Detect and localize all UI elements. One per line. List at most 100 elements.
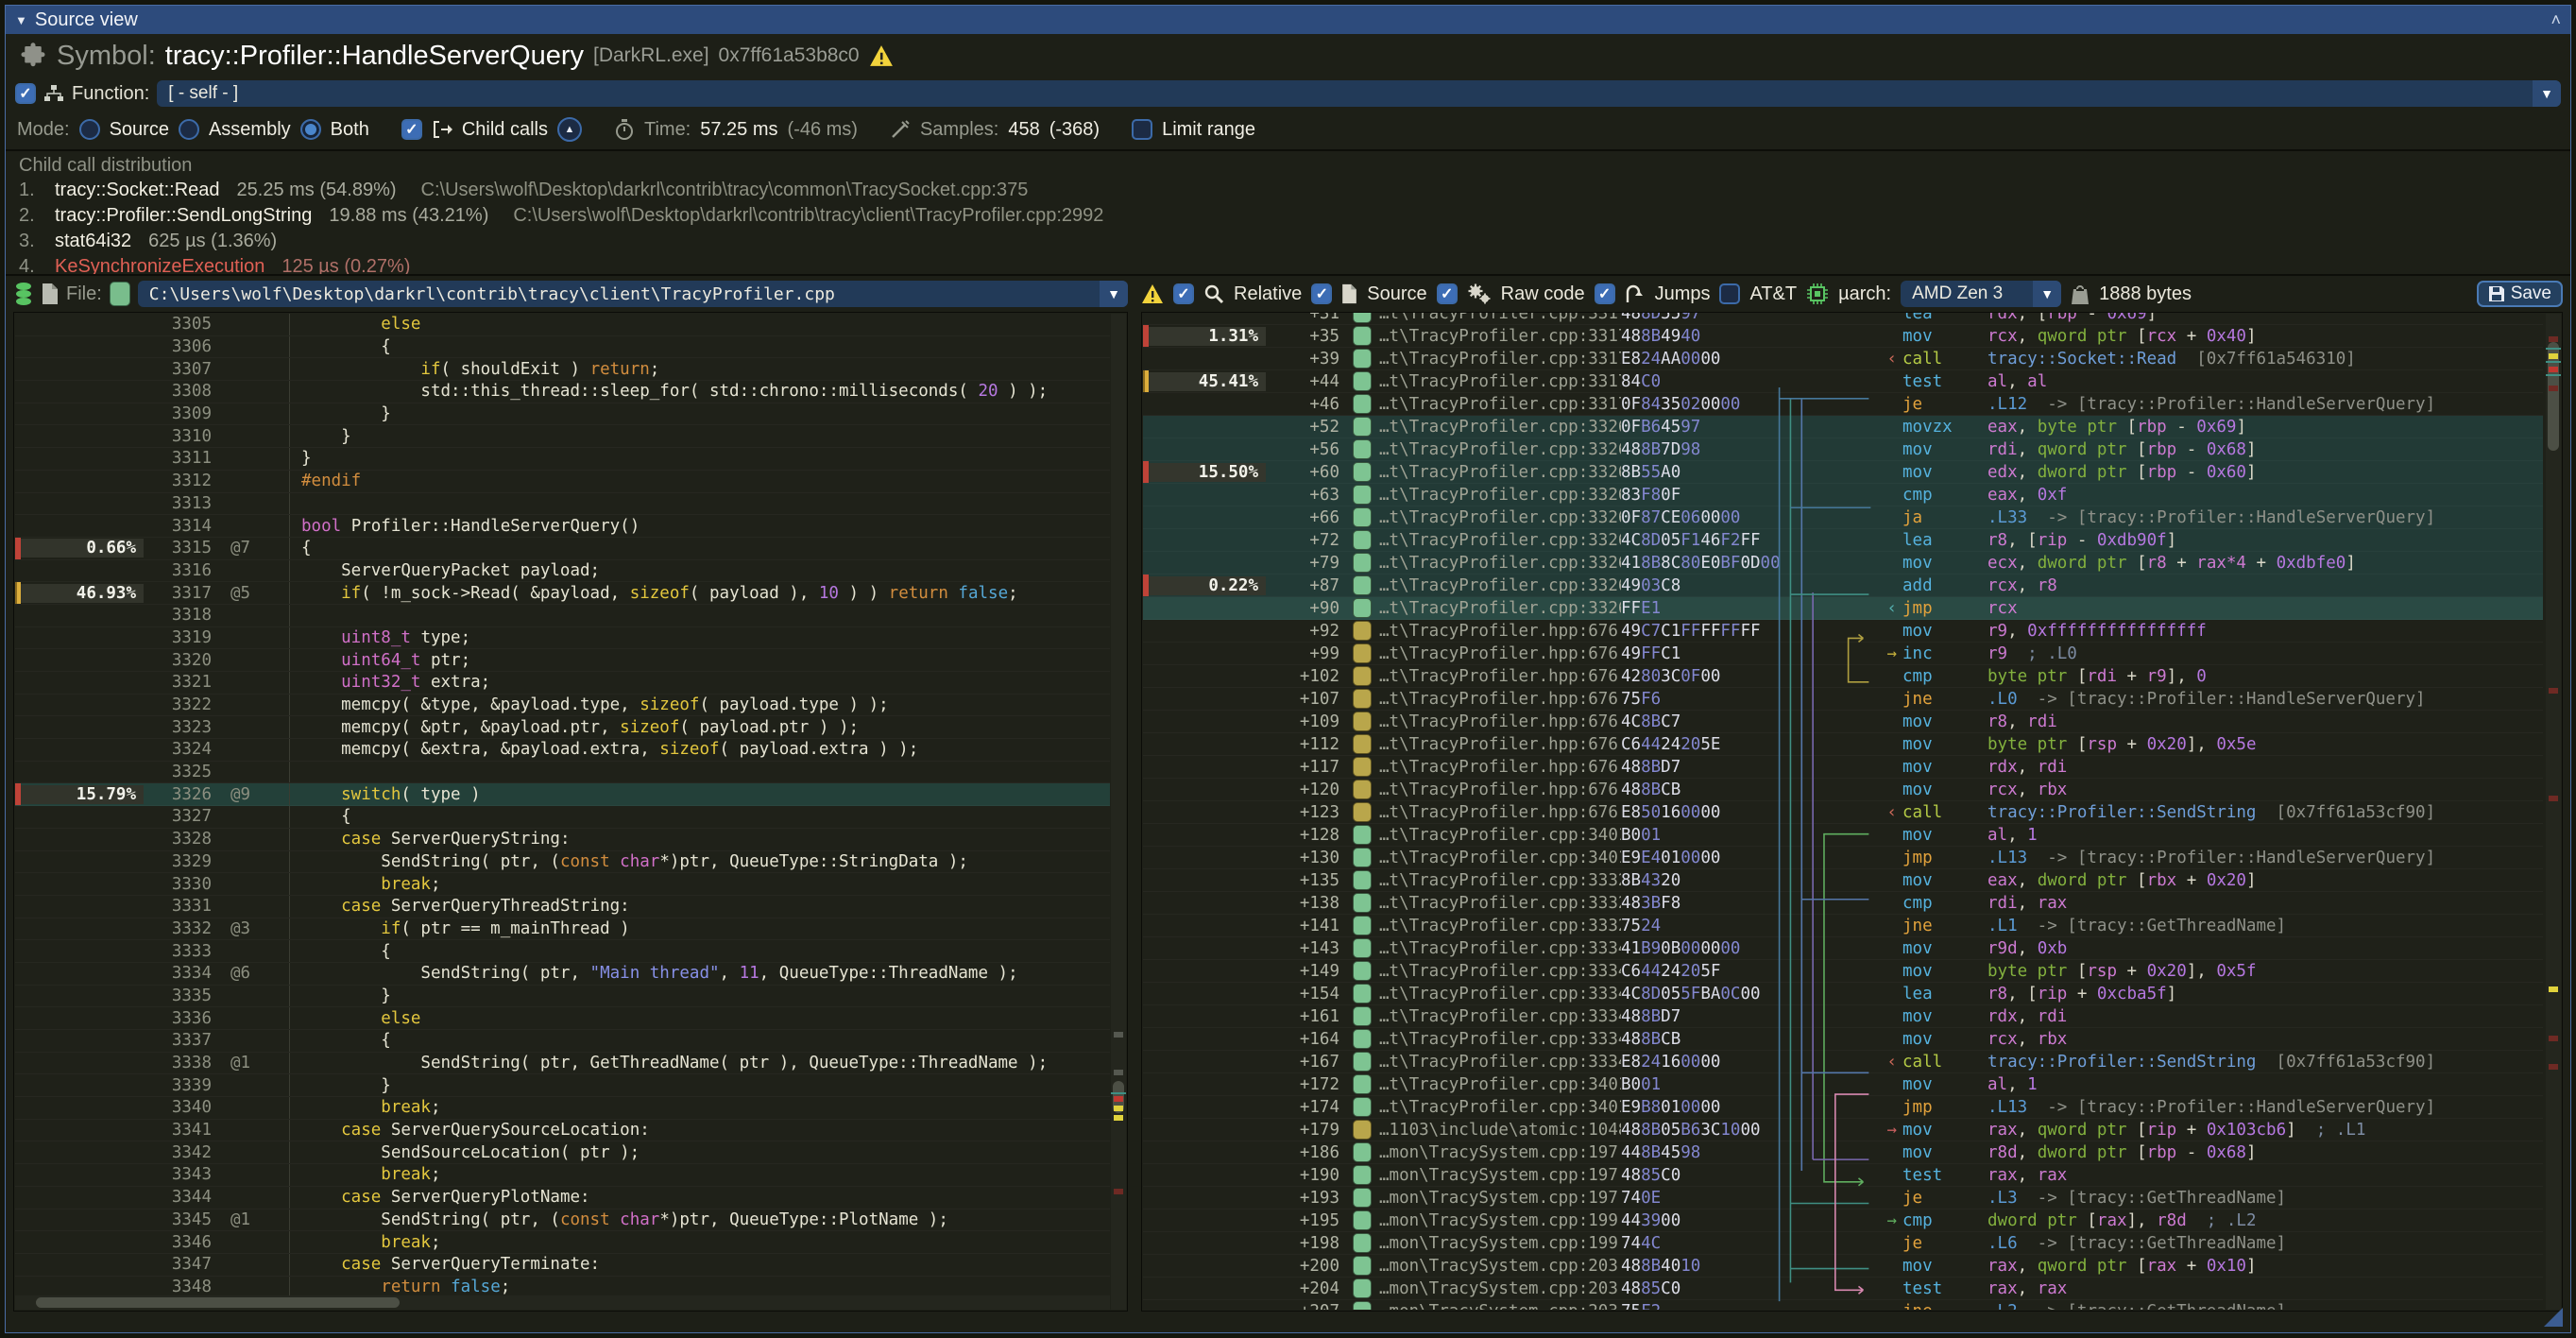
source-line[interactable]: 3337 { [15, 1030, 1110, 1053]
source-line[interactable]: 3335 } [15, 986, 1110, 1008]
instruction-offset[interactable]: +128 [1266, 826, 1339, 845]
mnemonic[interactable]: cmp [1902, 1211, 1987, 1230]
assembly-row[interactable]: +195 …mon\TracySystem.cpp:199 443900 → c… [1143, 1209, 2543, 1232]
source-location[interactable]: …t\TracyProfiler.hpp:676 [1379, 622, 1621, 641]
source-code[interactable]: SendString( ptr, (const char*)ptr, Queue… [301, 1210, 1110, 1229]
source-line[interactable]: 3307 if( shouldExit ) return; [15, 358, 1110, 381]
operands[interactable]: rdx, rdi [1987, 758, 2543, 777]
source-location[interactable]: …t\TracyProfiler.cpp:3334 [1379, 1053, 1621, 1072]
operands[interactable]: rdi, rax [1987, 894, 2543, 913]
operands[interactable]: rax, rax [1987, 1166, 2543, 1185]
mnemonic[interactable]: cmp [1902, 667, 1987, 686]
function-combo[interactable]: [ - self - ] ▼ [157, 80, 2561, 107]
operands[interactable]: r8, [rip - 0xdb90f] [1987, 531, 2543, 550]
chevron-down-icon[interactable]: ▼ [1100, 281, 1128, 307]
source-location[interactable]: …t\TracyProfiler.cpp:3326 [1379, 418, 1621, 437]
line-number[interactable]: 3329 [144, 852, 212, 871]
source-location[interactable]: …t\TracyProfiler.cpp:3401 [1379, 826, 1621, 845]
march-combo[interactable]: AMD Zen 3 ▼ [1901, 281, 2061, 307]
instruction-offset[interactable]: +179 [1266, 1121, 1339, 1140]
mnemonic[interactable]: mov [1902, 712, 1987, 731]
operands[interactable]: r8, [rip + 0xcba5f] [1987, 985, 2543, 1004]
child-call-name[interactable]: tracy::Profiler::SendLongString [55, 205, 312, 227]
source-line[interactable]: 3306 { [15, 336, 1110, 359]
line-number[interactable]: 3312 [144, 472, 212, 490]
operands[interactable]: rax, qword ptr [rax + 0x10] [1987, 1257, 2543, 1276]
source-location[interactable]: …mon\TracySystem.cpp:199 [1379, 1211, 1621, 1230]
source-location[interactable]: …t\TracyProfiler.hpp:676 [1379, 735, 1621, 754]
line-number[interactable]: 3334 [144, 964, 212, 983]
line-number[interactable]: 3317 [144, 584, 212, 603]
operands[interactable]: eax, dword ptr [rbx + 0x20] [1987, 871, 2543, 890]
save-button[interactable]: Save [2477, 281, 2563, 307]
mnemonic[interactable]: add [1902, 576, 1987, 595]
mnemonic[interactable]: call [1902, 803, 1987, 822]
source-code[interactable]: switch( type ) [301, 785, 1110, 804]
mnemonic[interactable]: mov [1902, 1007, 1987, 1026]
instruction-offset[interactable]: +204 [1266, 1279, 1339, 1298]
source-line[interactable]: 3332 @3 if( ptr == m_mainThread ) [15, 918, 1110, 941]
relative-checkbox[interactable]: ✓ [1173, 283, 1194, 304]
source-code[interactable]: if( ptr == m_mainThread ) [301, 919, 1110, 938]
instruction-offset[interactable]: +99 [1266, 644, 1339, 663]
source-line[interactable]: 3334 @6 SendString( ptr, "Main thread", … [15, 963, 1110, 986]
title-bar[interactable]: ▼ Source view ˄ [6, 6, 2570, 34]
operands[interactable]: al, 1 [1987, 1075, 2543, 1094]
source-location[interactable]: …t\TracyProfiler.cpp:3326 [1379, 599, 1621, 618]
line-number[interactable]: 3342 [144, 1143, 212, 1162]
line-number[interactable]: 3339 [144, 1076, 212, 1095]
line-number[interactable]: 3344 [144, 1188, 212, 1207]
instruction-offset[interactable]: +190 [1266, 1166, 1339, 1185]
source-location[interactable]: …t\TracyProfiler.hpp:676 [1379, 667, 1621, 686]
source-line[interactable]: 3345 @1 SendString( ptr, (const char*)pt… [15, 1209, 1110, 1232]
line-number[interactable]: 3347 [144, 1255, 212, 1274]
source-code[interactable]: } [301, 1076, 1110, 1095]
source-checkbox[interactable]: ✓ [1311, 283, 1332, 304]
assembly-row[interactable]: +207 …mon\TracySystem.cpp:203 75F2 jne .… [1143, 1300, 2543, 1310]
file-combo[interactable]: C:\Users\wolf\Desktop\darkrl\contrib\tra… [138, 281, 1128, 307]
assembly-row[interactable]: +39 …t\TracyProfiler.cpp:3317 E824AA0000… [1143, 348, 2543, 370]
mnemonic[interactable]: je [1902, 395, 1987, 414]
operands[interactable]: eax, byte ptr [rbp - 0x69] [1987, 418, 2543, 437]
mnemonic[interactable]: test [1902, 372, 1987, 391]
collapse-child-calls-button[interactable]: ▲ [557, 117, 582, 142]
source-code[interactable]: ServerQueryPacket payload; [301, 561, 1110, 580]
source-code[interactable]: case ServerQueryPlotName: [301, 1188, 1110, 1207]
assembly-row[interactable]: +190 …mon\TracySystem.cpp:197 4885C0 tes… [1143, 1164, 2543, 1187]
mnemonic[interactable]: call [1902, 1053, 1987, 1072]
instruction-offset[interactable]: +35 [1266, 327, 1339, 346]
source-code[interactable]: uint32_t extra; [301, 673, 1110, 692]
source-code[interactable]: break; [301, 1165, 1110, 1184]
source-location[interactable]: …mon\TracySystem.cpp:203 [1379, 1257, 1621, 1276]
line-number[interactable]: 3330 [144, 875, 212, 894]
line-number[interactable]: 3328 [144, 830, 212, 849]
operands[interactable]: byte ptr [rdi + r9], 0 [1987, 667, 2543, 686]
assembly-row[interactable]: +112 …t\TracyProfiler.hpp:676 C64424205E… [1143, 733, 2543, 756]
database-icon[interactable] [13, 282, 34, 306]
assembly-row[interactable]: +107 …t\TracyProfiler.hpp:676 75F6 jne .… [1143, 688, 2543, 711]
child-calls-checkbox[interactable]: ✓ [401, 119, 422, 140]
source-code[interactable]: memcpy( &ptr, &payload.ptr, sizeof( payl… [301, 718, 1110, 737]
source-line[interactable]: 3323 memcpy( &ptr, &payload.ptr, sizeof(… [15, 716, 1110, 739]
assembly-row[interactable]: +109 …t\TracyProfiler.hpp:676 4C8BC7 mov… [1143, 711, 2543, 733]
source-location[interactable]: …t\TracyProfiler.cpp:3317 [1379, 395, 1621, 414]
source-code[interactable]: #endif [301, 472, 1110, 490]
source-location[interactable]: …t\TracyProfiler.cpp:3334 [1379, 1007, 1621, 1026]
operands[interactable]: rcx, qword ptr [rcx + 0x40] [1987, 327, 2543, 346]
source-location[interactable]: …t\TracyProfiler.cpp:3332 [1379, 871, 1621, 890]
line-number[interactable]: 3325 [144, 763, 212, 781]
instruction-offset[interactable]: +52 [1266, 418, 1339, 437]
source-code[interactable]: else [301, 315, 1110, 334]
source-location[interactable]: …t\TracyProfiler.hpp:676 [1379, 780, 1621, 799]
source-location[interactable]: …t\TracyProfiler.cpp:3401 [1379, 849, 1621, 867]
mnemonic[interactable]: mov [1902, 826, 1987, 845]
assembly-row[interactable]: 45.41% +44 …t\TracyProfiler.cpp:3317 84C… [1143, 370, 2543, 393]
operands[interactable]: .L13 -> [tracy::Profiler::HandleServerQu… [1987, 1098, 2543, 1117]
radio-source[interactable] [79, 119, 100, 140]
source-code[interactable]: bool Profiler::HandleServerQuery() [301, 517, 1110, 536]
line-number[interactable]: 3320 [144, 651, 212, 670]
line-number[interactable]: 3321 [144, 673, 212, 692]
assembly-row[interactable]: +128 …t\TracyProfiler.cpp:3401 B001 mov … [1143, 824, 2543, 847]
source-line[interactable]: 3329 SendString( ptr, (const char*)ptr, … [15, 851, 1110, 874]
operands[interactable]: tracy::Socket::Read [0x7ff61a546310] [1987, 350, 2543, 369]
